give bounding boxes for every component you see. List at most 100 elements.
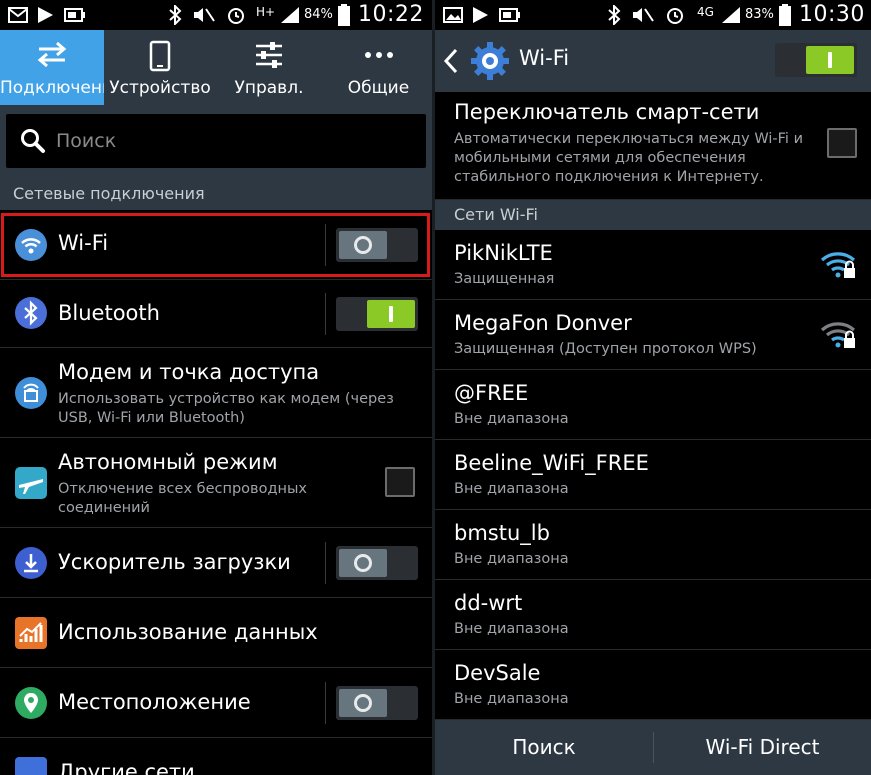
network-row[interactable]: PikNikLTE Защищенная xyxy=(435,230,871,300)
data-usage-row[interactable]: Использование данных xyxy=(0,598,432,668)
network-row[interactable]: bmstu_lb Вне диапазона xyxy=(435,510,871,580)
play-icon xyxy=(471,0,489,30)
tab-label: Управл. xyxy=(234,78,304,98)
status-time: 10:22 xyxy=(358,2,424,27)
alarm-icon xyxy=(665,0,685,30)
bluetooth-status-icon xyxy=(607,0,621,30)
alarm-icon xyxy=(226,0,246,30)
back-icon[interactable] xyxy=(443,48,459,78)
network-name: bmstu_lb xyxy=(454,521,550,545)
network-row[interactable]: MegaFon Donver Защищенная (Доступен прот… xyxy=(435,300,871,370)
divider xyxy=(325,542,326,584)
swap-arrows-icon xyxy=(0,40,104,72)
network-status: Вне диапазона xyxy=(454,551,569,567)
signal-icon xyxy=(721,0,741,30)
search-area xyxy=(0,105,432,178)
wifi-direct-button[interactable]: Wi-Fi Direct xyxy=(654,720,871,775)
section-header: Сети Wi-Fi xyxy=(435,200,871,230)
toggle-thumb xyxy=(367,300,415,328)
toggle-thumb xyxy=(339,549,387,577)
network-status: Вне диапазона xyxy=(454,621,569,637)
airplane-icon xyxy=(15,467,47,499)
bluetooth-row[interactable]: Bluetooth xyxy=(0,280,432,348)
bluetooth-icon xyxy=(15,297,47,329)
sliders-icon xyxy=(216,40,322,72)
wifi-lock-icon xyxy=(820,320,858,354)
search-input[interactable] xyxy=(56,126,406,156)
tab-connections[interactable]: Подключени xyxy=(0,30,104,105)
battery-percent: 83% xyxy=(745,7,774,22)
row-subtitle: Использовать устройство как модем (через… xyxy=(58,391,394,426)
network-name: @FREE xyxy=(454,381,529,405)
network-name: Beeline_WiFi_FREE xyxy=(454,451,649,475)
row-title: Переключатель смарт-сети xyxy=(454,100,760,124)
tab-device[interactable]: Устройство xyxy=(107,30,213,105)
download-booster-row[interactable]: Ускоритель загрузки xyxy=(0,528,432,598)
download-booster-icon xyxy=(15,547,47,579)
wifi-master-toggle[interactable] xyxy=(775,43,857,77)
network-name: MegaFon Donver xyxy=(454,311,632,335)
row-subtitle: Автоматически переключаться между Wi-Fi … xyxy=(454,131,803,185)
network-name: DevSale xyxy=(454,661,541,685)
row-title: Автономный режим xyxy=(58,450,278,474)
airplane-checkbox[interactable] xyxy=(385,467,415,497)
screenshot-root: H+ 84% 10:22 Подключени Устройство Управ… xyxy=(0,0,871,775)
gear-icon xyxy=(469,40,511,86)
network-name: PikNikLTE xyxy=(454,241,553,265)
network-status: Вне диапазона xyxy=(454,481,569,497)
settings-screen: H+ 84% 10:22 Подключени Устройство Управ… xyxy=(0,0,432,775)
divider xyxy=(325,293,326,335)
toggle-thumb xyxy=(806,46,854,74)
location-toggle[interactable] xyxy=(336,686,418,720)
battery-icon xyxy=(779,0,791,30)
location-row[interactable]: Местоположение xyxy=(0,668,432,738)
more-networks-row[interactable]: Другие сети xyxy=(0,738,432,775)
tab-controls[interactable]: Управл. xyxy=(216,30,322,105)
more-networks-icon xyxy=(15,757,47,775)
location-icon xyxy=(15,687,47,719)
search-box[interactable] xyxy=(6,114,426,168)
download-booster-toggle[interactable] xyxy=(336,546,418,580)
network-status: Вне диапазона xyxy=(454,691,569,707)
airplane-row[interactable]: Автономный режим Отключение всех беспров… xyxy=(0,438,432,528)
network-row[interactable]: DevSale Вне диапазона xyxy=(435,650,871,720)
bluetooth-status-icon xyxy=(168,0,182,30)
hotspot-row[interactable]: Модем и точка доступа Использовать устро… xyxy=(0,348,432,438)
play-icon xyxy=(36,0,54,30)
data-usage-icon xyxy=(15,617,47,649)
network-status: Вне диапазона xyxy=(454,411,569,427)
status-bar: H+ 84% 10:22 xyxy=(0,0,432,30)
hotspot-icon xyxy=(15,377,47,409)
row-subtitle: Отключение всех беспроводных соединений xyxy=(58,481,307,516)
smart-network-switch-row[interactable]: Переключатель смарт-сети Автоматически п… xyxy=(435,92,871,200)
network-status: Защищенная (Доступен протокол WPS) xyxy=(454,341,757,357)
network-type-label: 4G xyxy=(697,5,714,19)
network-row[interactable]: @FREE Вне диапазона xyxy=(435,370,871,440)
bottom-action-bar: Поиск Wi-Fi Direct xyxy=(435,720,871,775)
row-title: Другие сети xyxy=(58,760,195,775)
tab-label: Устройство xyxy=(109,78,211,98)
wifi-screen: 4G 83% 10:30 Wi-Fi Переключатель смарт-с… xyxy=(435,0,871,775)
divider xyxy=(325,682,326,724)
mute-icon xyxy=(192,0,216,30)
phone-icon xyxy=(107,40,213,72)
battery-saver-icon xyxy=(64,0,86,30)
tab-label: Подключени xyxy=(0,78,104,98)
search-icon xyxy=(20,128,46,158)
wifi-header: Wi-Fi xyxy=(435,30,871,92)
battery-percent: 84% xyxy=(304,7,333,22)
tab-general[interactable]: Общие xyxy=(325,30,432,105)
status-bar: 4G 83% 10:30 xyxy=(435,0,871,30)
network-row[interactable]: dd-wrt Вне диапазона xyxy=(435,580,871,650)
battery-saver-icon xyxy=(499,0,521,30)
network-row[interactable]: Beeline_WiFi_FREE Вне диапазона xyxy=(435,440,871,510)
smart-switch-checkbox[interactable] xyxy=(827,128,857,158)
network-status: Защищенная xyxy=(454,271,555,287)
scan-button[interactable]: Поиск xyxy=(435,720,653,775)
toggle-thumb xyxy=(339,689,387,717)
mute-icon xyxy=(631,0,655,30)
row-title: Bluetooth xyxy=(58,301,160,325)
more-dots-icon xyxy=(325,40,432,72)
highlight-box xyxy=(1,213,430,277)
bluetooth-toggle[interactable] xyxy=(336,297,418,331)
